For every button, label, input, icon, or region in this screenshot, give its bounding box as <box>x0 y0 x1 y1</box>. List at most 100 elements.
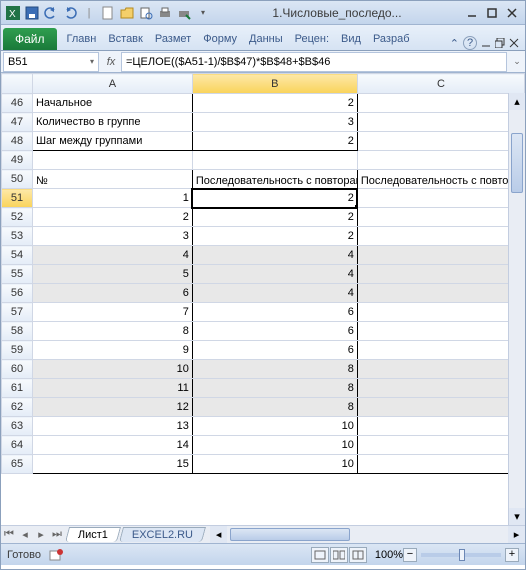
cell[interactable]: 10 <box>357 436 524 455</box>
col-header-c[interactable]: C <box>357 74 524 94</box>
cell[interactable]: 8 <box>357 360 524 379</box>
hscroll-thumb[interactable] <box>230 528 350 541</box>
cell[interactable]: 2 <box>357 227 524 246</box>
row-header[interactable]: 65 <box>2 455 33 474</box>
undo-icon[interactable] <box>43 5 59 21</box>
formula-expand-icon[interactable]: ⌄ <box>509 56 525 67</box>
cell[interactable]: 6 <box>357 341 524 360</box>
zoom-slider[interactable] <box>421 553 501 557</box>
cell[interactable] <box>357 132 524 151</box>
cell[interactable]: 8 <box>357 379 524 398</box>
row-header[interactable]: 56 <box>2 284 33 303</box>
cell[interactable]: 10 <box>32 360 192 379</box>
row-header[interactable]: 52 <box>2 208 33 227</box>
scroll-down-icon[interactable]: ▾ <box>509 508 525 525</box>
tab-data[interactable]: Данны <box>243 28 289 50</box>
save-icon[interactable] <box>24 5 40 21</box>
cell[interactable]: 2 <box>192 94 357 113</box>
cell[interactable]: 10 <box>357 455 524 474</box>
row-header[interactable]: 50 <box>2 170 33 189</box>
name-box[interactable]: B51 ▾ <box>3 52 99 72</box>
cell[interactable]: 2 <box>192 132 357 151</box>
tab-layout[interactable]: Размет <box>149 28 197 50</box>
tab-home[interactable]: Главн <box>61 28 103 50</box>
tab-developer[interactable]: Разраб <box>367 28 416 50</box>
row-header[interactable]: 54 <box>2 246 33 265</box>
cell[interactable]: 4 <box>357 284 524 303</box>
row-header[interactable]: 61 <box>2 379 33 398</box>
cell[interactable]: 4 <box>192 284 357 303</box>
tab-nav-prev-icon[interactable]: ◂ <box>17 528 33 541</box>
cell[interactable] <box>357 151 524 170</box>
row-header[interactable]: 58 <box>2 322 33 341</box>
cell[interactable]: 7 <box>32 303 192 322</box>
cell[interactable]: 6 <box>192 322 357 341</box>
cell[interactable]: 9 <box>32 341 192 360</box>
view-page-layout-icon[interactable] <box>330 547 348 563</box>
cell[interactable] <box>357 113 524 132</box>
col-header-b[interactable]: B <box>192 74 357 94</box>
scroll-up-icon[interactable]: ▴ <box>509 93 525 110</box>
tab-insert[interactable]: Вставк <box>102 28 149 50</box>
cell[interactable]: 2 <box>357 208 524 227</box>
row-header[interactable]: 48 <box>2 132 33 151</box>
cell[interactable]: 2 <box>192 227 357 246</box>
file-tab[interactable]: Файл <box>3 28 57 50</box>
cell[interactable]: 10 <box>357 417 524 436</box>
cell[interactable]: 2 <box>192 189 357 208</box>
name-box-dropdown-icon[interactable]: ▾ <box>90 57 94 66</box>
cell[interactable]: 4 <box>32 246 192 265</box>
cell[interactable]: Шаг между группами <box>32 132 192 151</box>
select-all-corner[interactable] <box>2 74 33 94</box>
print-icon[interactable] <box>157 5 173 21</box>
row-header[interactable]: 53 <box>2 227 33 246</box>
row-header[interactable]: 64 <box>2 436 33 455</box>
cell[interactable]: 1 <box>32 189 192 208</box>
col-header-a[interactable]: A <box>32 74 192 94</box>
doc-restore-icon[interactable] <box>495 38 505 48</box>
doc-close-icon[interactable] <box>509 38 519 48</box>
sheet-tab-active[interactable]: Лист1 <box>65 527 121 542</box>
row-header[interactable]: 47 <box>2 113 33 132</box>
view-normal-icon[interactable] <box>311 547 329 563</box>
fill-handle[interactable] <box>355 205 358 208</box>
cell[interactable]: Начальное <box>32 94 192 113</box>
cell[interactable]: 6 <box>192 341 357 360</box>
tab-nav-next-icon[interactable]: ▸ <box>33 528 49 541</box>
minimize-icon[interactable] <box>463 6 481 20</box>
cell[interactable]: Количество в группе <box>32 113 192 132</box>
row-header[interactable]: 51 <box>2 189 33 208</box>
cell[interactable]: 5 <box>32 265 192 284</box>
row-header[interactable]: 63 <box>2 417 33 436</box>
cell[interactable]: 6 <box>357 322 524 341</box>
cell[interactable]: 15 <box>32 455 192 474</box>
qat-dropdown-icon[interactable]: ▾ <box>195 5 211 21</box>
cell[interactable] <box>32 151 192 170</box>
print-preview-icon[interactable] <box>138 5 154 21</box>
close-icon[interactable] <box>503 6 521 20</box>
cell[interactable]: 13 <box>32 417 192 436</box>
cell[interactable]: 14 <box>32 436 192 455</box>
zoom-knob[interactable] <box>459 549 465 561</box>
cell[interactable]: 2 <box>32 208 192 227</box>
cell[interactable]: 3 <box>32 227 192 246</box>
redo-icon[interactable] <box>62 5 78 21</box>
cell[interactable]: 11 <box>32 379 192 398</box>
cell[interactable]: 4 <box>357 246 524 265</box>
row-header[interactable]: 46 <box>2 94 33 113</box>
cell[interactable]: 12 <box>32 398 192 417</box>
formula-input[interactable]: =ЦЕЛОЕ(($A51-1)/$B$47)*$B$48+$B$46 <box>121 52 507 72</box>
cell[interactable]: 6 <box>357 303 524 322</box>
cell[interactable]: Последовательность с повторами1 <box>192 170 357 189</box>
maximize-icon[interactable] <box>483 6 501 20</box>
ribbon-minimize-icon[interactable]: ⌃ <box>450 37 459 50</box>
vertical-scrollbar[interactable]: ▴ ▾ <box>508 93 525 525</box>
cell[interactable]: 8 <box>192 398 357 417</box>
tab-nav-last-icon[interactable]: ⏭ <box>49 528 65 541</box>
scroll-right-icon[interactable]: ▸ <box>508 526 525 543</box>
vscroll-thumb[interactable] <box>511 133 523 193</box>
cell[interactable]: 10 <box>192 436 357 455</box>
grid-table[interactable]: A B C 46Начальное247Количество в группе3… <box>1 73 525 474</box>
cell[interactable]: № <box>32 170 192 189</box>
row-header[interactable]: 57 <box>2 303 33 322</box>
